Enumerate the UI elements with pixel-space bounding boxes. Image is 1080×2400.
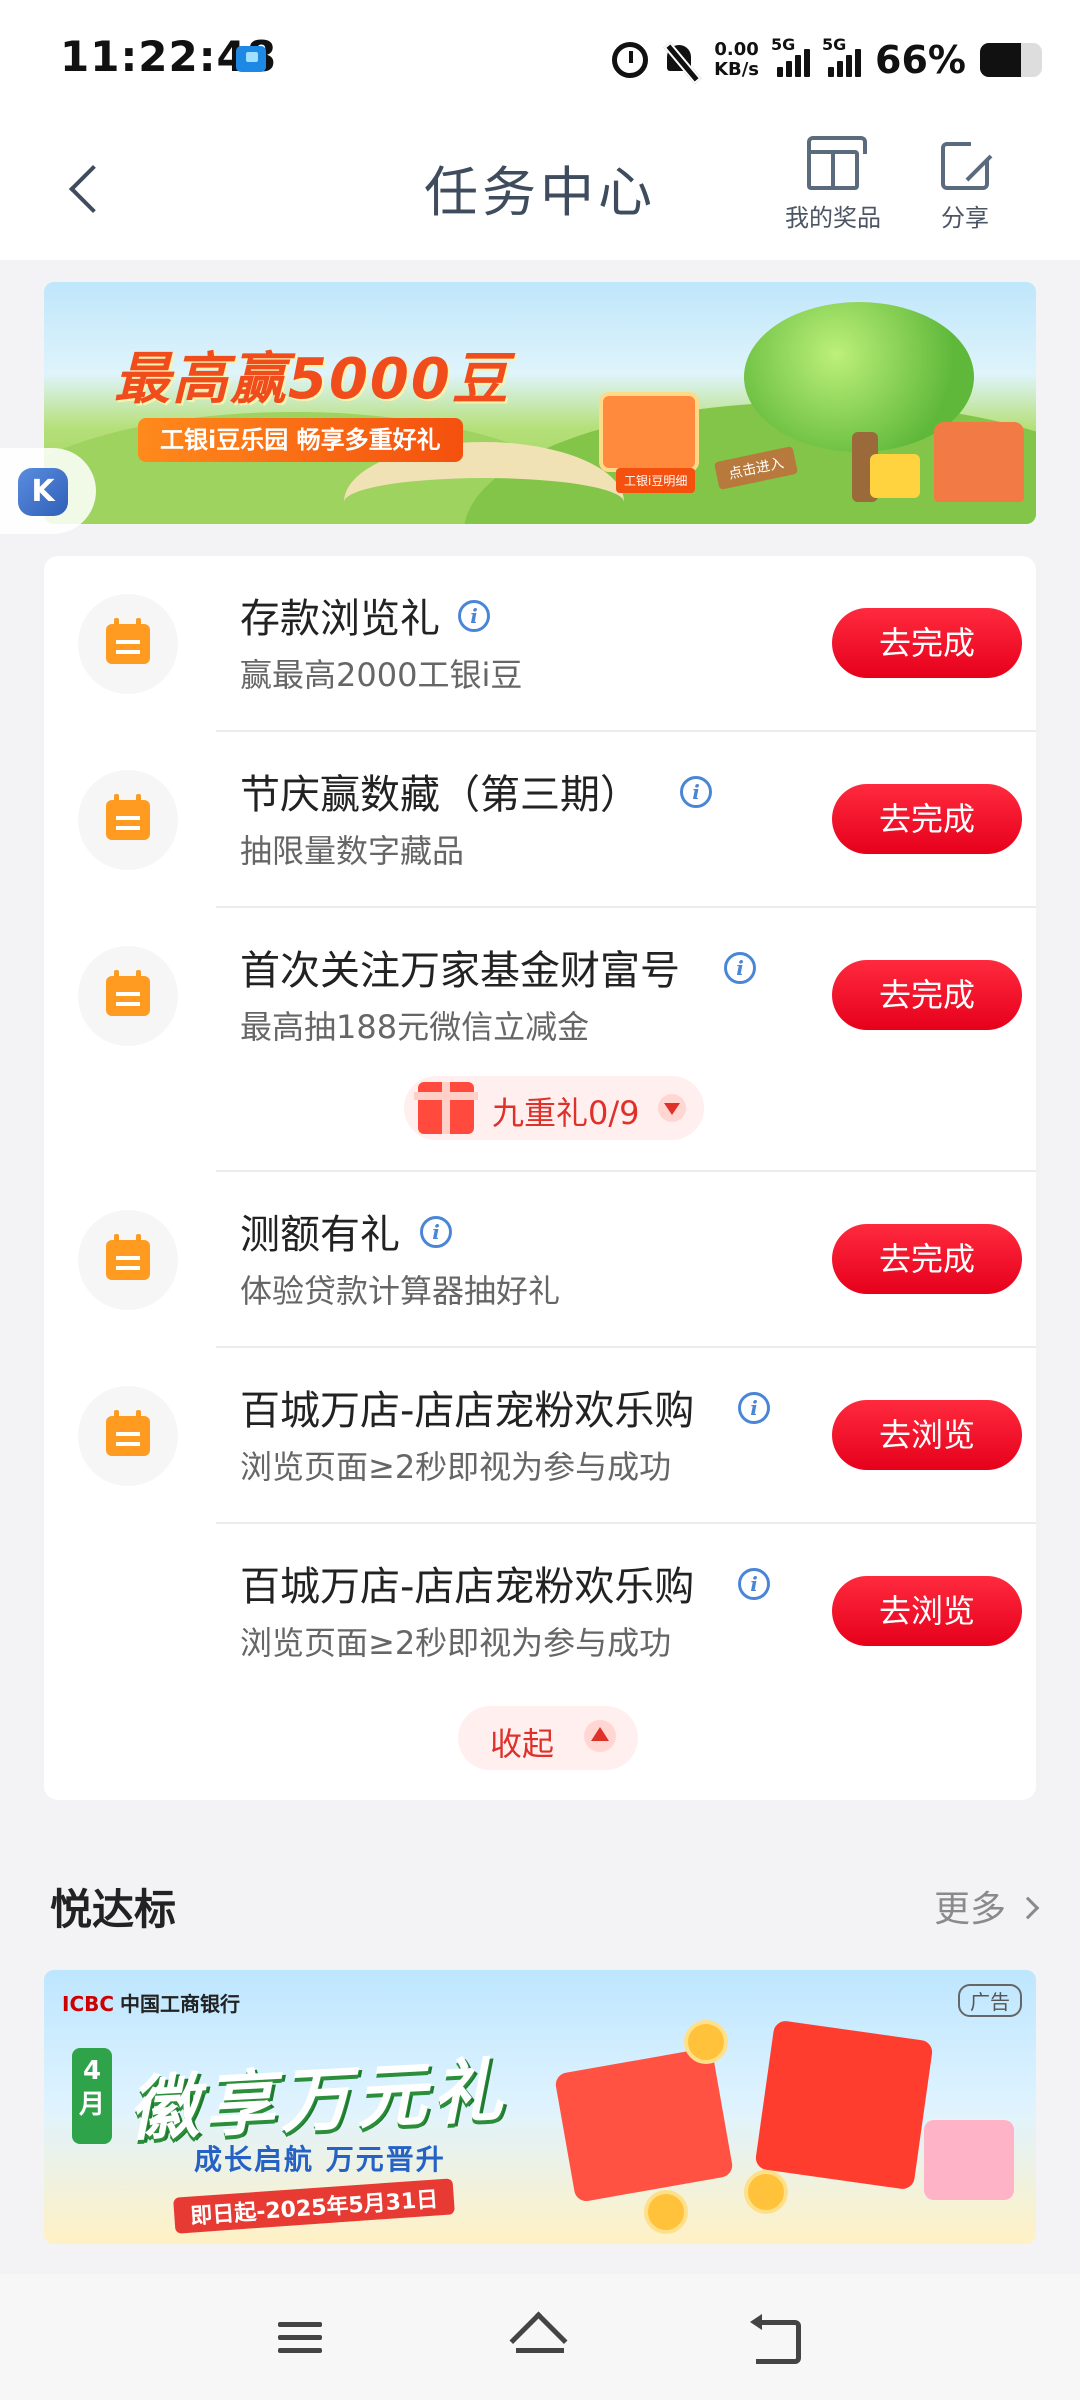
banner-title: 最高赢5000豆 [114,347,510,412]
nine-gift-toggle[interactable]: 九重礼0/9 [404,1076,704,1140]
task-go-button[interactable]: 去完成 [832,1224,1022,1294]
gift-icon [414,1082,478,1134]
task-subtitle: 浏览页面≥2秒即视为参与成功 [240,1448,672,1486]
section-title: 悦达标 [50,1885,177,1934]
bank-logo-short: ICBC [62,1992,115,2016]
task-subtitle: 体验贷款计算器抽好礼 [240,1272,561,1310]
task-browse-button[interactable]: 去浏览 [832,1400,1022,1470]
bank-name: 中国工商银行 [120,1992,241,2016]
task-row: 存款浏览礼 i 赢最高2000工银i豆 去完成 [44,556,1036,732]
nine-gift-label: 九重礼0/9 [492,1094,640,1132]
info-icon[interactable]: i [738,1568,770,1600]
ad-date: 即日起-2025年5月31日 [173,2178,456,2234]
bank-logo: ICBC 中国工商银行 [62,1988,240,2017]
status-bar: 11:22:48 0.00 KB/s 5G 5G 66% [0,0,1080,120]
banner-subtitle: 工银i豆乐园 畅享多重好礼 [138,418,463,462]
task-go-button[interactable]: 去完成 [832,960,1022,1030]
info-icon[interactable]: i [724,952,756,984]
calendar-icon [78,946,178,1046]
collapse-button[interactable]: 收起 [458,1706,638,1770]
task-list-card: 存款浏览礼 i 赢最高2000工银i豆 去完成 节庆赢数藏（第三期） i 抽限量… [44,556,1036,1800]
task-subtitle: 浏览页面≥2秒即视为参与成功 [240,1624,672,1662]
task-go-button[interactable]: 去完成 [832,784,1022,854]
more-link[interactable]: 更多 [933,1880,1040,1932]
calendar-icon [78,770,178,870]
net-speed-unit: KB/s [714,59,760,80]
task-subtitle: 抽限量数字藏品 [240,832,465,870]
calendar-icon [78,1386,178,1486]
status-indicators: 0.00 KB/s 5G 5G 66% [612,30,1042,90]
home-icon[interactable] [500,2304,580,2370]
notification-app-icon [236,46,266,72]
signal-strength-icon: 5G [771,35,811,77]
gift-illustration [924,2120,1014,2200]
gift-illustration [870,454,920,498]
gift-box-illustration [599,392,699,472]
chevron-right-icon [1016,1896,1040,1920]
floating-assistant[interactable]: K [0,448,96,534]
menu-icon[interactable] [260,2304,340,2370]
task-browse-button[interactable]: 去浏览 [832,1576,1022,1646]
task-row: 节庆赢数藏（第三期） i 抽限量数字藏品 去完成 [44,732,1036,908]
banner-box-label: 工银i豆明细 [616,468,696,493]
ad-title: 徽享万元礼 [126,2049,511,2151]
task-title: 百城万店-店店宠粉欢乐购 [240,1564,695,1610]
ad-banner[interactable]: ICBC 中国工商银行 广告 4月 徽享万元礼 成长启航 万元晋升 即日起-202… [44,1970,1036,2244]
gift-icon [807,136,867,190]
net-speed: 0.00 KB/s [714,40,759,80]
task-subtitle: 最高抽188元微信立减金 [240,1008,590,1046]
task-go-button[interactable]: 去完成 [832,608,1022,678]
red-envelope-illustration [553,2047,735,2203]
task-title: 节庆赢数藏（第三期） [240,772,640,818]
signal-label-2: 5G [822,35,847,54]
info-icon[interactable]: i [738,1392,770,1424]
battery-fill [980,43,1021,77]
shop-illustration [934,422,1024,502]
share-icon [941,138,993,190]
red-envelope-illustration [754,2019,934,2191]
signal-strength-icon-2: 5G [822,35,862,77]
my-prizes-button[interactable]: 我的奖品 [768,134,898,233]
task-row: 百城万店-店店宠粉欢乐购 i 浏览页面≥2秒即视为参与成功 去浏览 [44,1348,1036,1524]
calendar-icon [78,594,178,694]
signal-label: 5G [771,35,796,54]
ad-subtitle: 成长启航 万元晋升 [194,2143,446,2176]
info-icon[interactable]: i [680,776,712,808]
arrow-up-icon [584,1720,616,1752]
task-row: 测额有礼 i 体验贷款计算器抽好礼 去完成 [44,1172,1036,1348]
task-title: 存款浏览礼 [240,596,440,642]
info-icon[interactable]: i [458,600,490,632]
ad-tag: 广告 [958,1984,1022,2017]
calendar-icon [78,1210,178,1310]
battery-percent: 66% [875,38,966,82]
info-icon[interactable]: i [420,1216,452,1248]
task-row: 百城万店-店店宠粉欢乐购 i 浏览页面≥2秒即视为参与成功 去浏览 [44,1524,1036,1700]
task-subtitle: 赢最高2000工银i豆 [240,656,523,694]
more-label: 更多 [933,1889,1006,1930]
mute-bell-icon [662,41,700,79]
coin-illustration [684,2020,728,2064]
alarm-icon [612,42,649,78]
my-prizes-label: 我的奖品 [785,204,881,232]
promo-banner[interactable]: 最高赢5000豆 工银i豆乐园 畅享多重好礼 工银i豆明细 点击进入 [44,282,1036,524]
battery-icon [980,43,1042,77]
task-title: 测额有礼 [240,1212,400,1258]
arrow-down-icon [658,1094,686,1122]
return-icon[interactable] [740,2304,820,2370]
task-title: 首次关注万家基金财富号 [240,948,680,994]
task-title: 百城万店-店店宠粉欢乐购 [240,1388,695,1434]
app-header: 任务中心 我的奖品 分享 [0,120,1080,260]
collapse-label: 收起 [490,1725,555,1763]
net-speed-value: 0.00 [714,39,759,60]
system-nav-bar [0,2274,1080,2400]
coin-illustration [644,2190,688,2234]
share-label: 分享 [941,204,989,232]
coin-illustration [744,2170,788,2214]
ad-month-badge: 4月 [72,2048,112,2144]
assistant-k-icon: K [18,468,68,516]
share-button[interactable]: 分享 [900,134,1030,233]
